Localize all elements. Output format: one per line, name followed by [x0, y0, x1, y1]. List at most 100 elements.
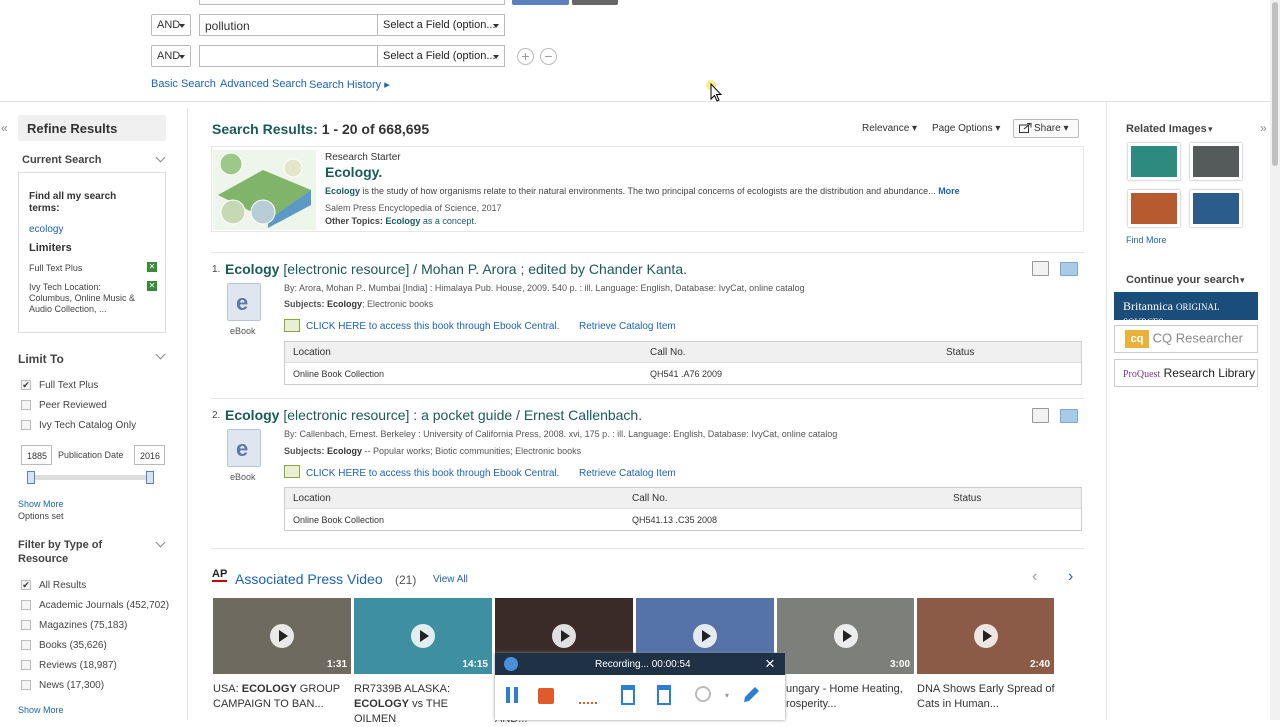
- carousel-next-icon[interactable]: ›: [1068, 568, 1073, 586]
- date-slider-track[interactable]: [31, 475, 151, 480]
- show-more-link[interactable]: Show More: [18, 499, 64, 509]
- pause-icon[interactable]: [505, 687, 519, 703]
- show-more-link[interactable]: Show More: [18, 705, 64, 715]
- play-icon[interactable]: [270, 624, 294, 648]
- related-images-header[interactable]: Related Images: [1126, 123, 1207, 135]
- related-image-2[interactable]: [1190, 143, 1242, 180]
- preview-magnifier-icon[interactable]: [1032, 408, 1049, 423]
- video-caption-1[interactable]: USA: ECOLOGY GROUP CAMPAIGN TO BAN...: [213, 682, 353, 712]
- close-recorder-icon[interactable]: ×: [765, 654, 775, 674]
- collapse-left-icon[interactable]: «: [1, 121, 8, 135]
- chevron-down-icon[interactable]: [155, 349, 166, 360]
- bool-operator-select-3[interactable]: AND: [151, 45, 191, 67]
- video-thumbnail-5[interactable]: 3:00: [777, 598, 914, 674]
- search-input-2[interactable]: pollution: [199, 14, 377, 36]
- continue-search-header[interactable]: Continue your search: [1126, 274, 1239, 286]
- current-search-header[interactable]: Current Search: [22, 154, 101, 166]
- result-title-2[interactable]: Ecology [electronic resource] : a pocket…: [225, 407, 642, 423]
- ap-video-title[interactable]: Associated Press Video: [235, 571, 383, 587]
- date-slider-handle-left[interactable]: [27, 471, 35, 484]
- field-select-2[interactable]: Select a Field (option...: [377, 14, 505, 36]
- checkbox-full-text-plus[interactable]: ✔: [21, 380, 31, 390]
- field-select-3[interactable]: Select a Field (option...: [377, 45, 505, 67]
- date-from-input[interactable]: 1885: [21, 445, 52, 465]
- view-all-link[interactable]: View All: [433, 574, 468, 585]
- other-topic-link[interactable]: Ecology: [385, 216, 420, 226]
- checkbox-books[interactable]: [21, 640, 31, 650]
- retrieve-catalog-link[interactable]: Retrieve Catalog Item: [579, 321, 676, 332]
- minus-circle-icon[interactable]: −: [540, 48, 557, 65]
- plus-circle-icon[interactable]: +: [517, 48, 534, 65]
- ecology-diagram-thumbnail[interactable]: [213, 150, 316, 230]
- checkbox-ivy-tech-catalog[interactable]: [21, 420, 31, 430]
- chevron-down-icon[interactable]: ▾: [725, 691, 729, 700]
- stop-icon[interactable]: [538, 688, 554, 704]
- video-duration: 3:00: [889, 659, 910, 670]
- collapse-right-icon[interactable]: »: [1260, 121, 1267, 135]
- checkbox-news[interactable]: [21, 680, 31, 690]
- play-icon[interactable]: [411, 624, 435, 648]
- cq-researcher-link[interactable]: cq CQ Researcher: [1114, 325, 1258, 353]
- video-caption-2[interactable]: RR7339B ALASKA: ECOLOGY vs THE OILMEN: [354, 682, 474, 727]
- highlighter-icon[interactable]: [621, 685, 635, 705]
- advanced-search-link[interactable]: Advanced Search: [220, 78, 307, 90]
- checkbox-all-results[interactable]: ✔: [21, 580, 31, 590]
- remove-limiter-icon[interactable]: ✕: [147, 281, 157, 291]
- holdings-table: Location Call No. Status Online Book Col…: [284, 487, 1082, 531]
- chevron-down-icon[interactable]: ▾: [1208, 124, 1213, 135]
- remove-limiter-icon[interactable]: ✕: [147, 262, 157, 272]
- line-tool-icon[interactable]: [579, 702, 597, 704]
- related-image-4[interactable]: [1190, 190, 1242, 227]
- play-icon[interactable]: [693, 624, 717, 648]
- retrieve-catalog-link[interactable]: Retrieve Catalog Item: [579, 468, 676, 479]
- video-thumbnail-2[interactable]: 14:15: [354, 598, 492, 674]
- checkbox-academic-journals[interactable]: [21, 600, 31, 610]
- scrollbar-thumb[interactable]: [1272, 2, 1278, 166]
- preview-magnifier-icon[interactable]: [1032, 261, 1049, 276]
- pencil-icon[interactable]: [741, 685, 761, 705]
- video-caption-6[interactable]: DNA Shows Early Spread of Cats in Human.…: [917, 682, 1057, 712]
- britannica-link[interactable]: Britannica Original Sources: [1114, 292, 1258, 327]
- relevance-dropdown[interactable]: Relevance ▾: [862, 123, 917, 134]
- date-slider-handle-right[interactable]: [146, 471, 154, 484]
- ebook-access-link[interactable]: CLICK HERE to access this book through E…: [306, 321, 559, 332]
- limit-to-header[interactable]: Limit To: [18, 352, 64, 366]
- page-options-dropdown[interactable]: Page Options ▾: [932, 123, 1000, 134]
- play-icon[interactable]: [974, 624, 998, 648]
- related-image-1[interactable]: [1128, 143, 1180, 180]
- bool-operator-select-2[interactable]: AND: [151, 14, 191, 36]
- chevron-down-icon[interactable]: [155, 152, 166, 163]
- play-icon[interactable]: [834, 624, 858, 648]
- research-starter-title[interactable]: Ecology.: [325, 164, 382, 180]
- related-image-3[interactable]: [1128, 190, 1180, 227]
- video-caption-5[interactable]: ungary - Home Heating, rosperity...: [786, 682, 911, 712]
- basic-search-link[interactable]: Basic Search: [151, 78, 216, 90]
- add-to-folder-icon[interactable]: [1060, 262, 1078, 276]
- more-link[interactable]: More: [938, 186, 960, 196]
- video-thumbnail-6[interactable]: 2:40: [917, 598, 1054, 674]
- ebook-access-link[interactable]: CLICK HERE to access this book through E…: [306, 468, 559, 479]
- search-term-link[interactable]: ecology: [29, 224, 63, 235]
- video-thumbnail-1[interactable]: 1:31: [213, 598, 351, 674]
- result-title-1[interactable]: Ecology [electronic resource] / Mohan P.…: [225, 261, 687, 277]
- search-history-link[interactable]: Search History ▸: [309, 78, 390, 91]
- page-scrollbar[interactable]: [1270, 0, 1280, 720]
- search-button[interactable]: [512, 0, 569, 5]
- date-to-input[interactable]: 2016: [134, 445, 165, 465]
- options-set-link[interactable]: Options set: [18, 511, 64, 521]
- zoom-icon[interactable]: [695, 686, 711, 702]
- marker-icon[interactable]: [657, 685, 671, 705]
- chevron-down-icon[interactable]: ▾: [1240, 275, 1245, 286]
- proquest-research-library-link[interactable]: ProQuest Research Library: [1114, 359, 1258, 387]
- play-icon[interactable]: [552, 624, 576, 648]
- filter-type-header[interactable]: Filter by Type of Resource: [18, 538, 128, 566]
- chevron-down-icon[interactable]: [155, 537, 166, 548]
- clear-button[interactable]: [572, 0, 618, 5]
- find-more-link[interactable]: Find More: [1126, 235, 1167, 245]
- checkbox-peer-reviewed[interactable]: [21, 400, 31, 410]
- search-input-3[interactable]: [199, 45, 377, 67]
- add-to-folder-icon[interactable]: [1060, 409, 1078, 423]
- carousel-prev-icon[interactable]: ‹: [1032, 568, 1037, 586]
- checkbox-magazines[interactable]: [21, 620, 31, 630]
- checkbox-reviews[interactable]: [21, 660, 31, 670]
